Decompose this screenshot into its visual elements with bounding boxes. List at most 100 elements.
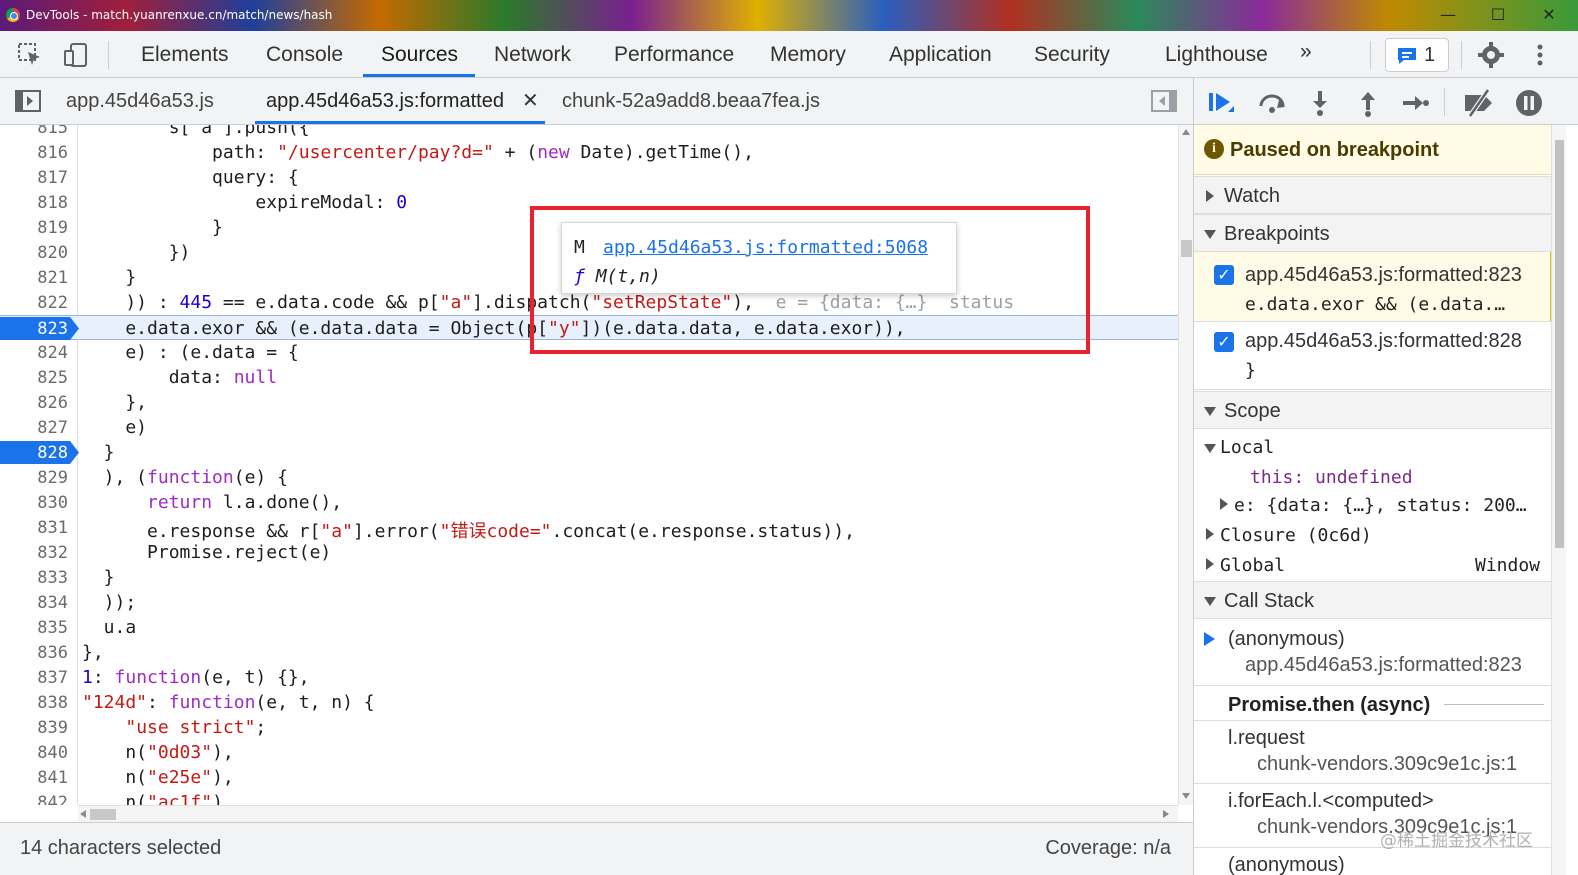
line-number[interactable]: 833 — [0, 568, 68, 588]
code-text[interactable]: u.a — [82, 617, 137, 638]
deactivate-breakpoints-icon[interactable] — [1462, 88, 1492, 118]
code-text[interactable]: e) — [82, 417, 147, 438]
code-text[interactable]: return l.a.done(), — [82, 492, 342, 513]
line-number[interactable]: 831 — [0, 518, 68, 538]
close-window-button[interactable]: ✕ — [1537, 4, 1561, 26]
code-text[interactable]: data: null — [82, 367, 277, 388]
inspect-element-icon[interactable] — [16, 41, 44, 69]
code-text[interactable]: "124d": function(e, t, n) { — [82, 692, 375, 713]
line-number[interactable]: 817 — [0, 168, 68, 188]
scroll-right-arrow-icon[interactable] — [1163, 810, 1169, 818]
code-text[interactable]: n("0d03"), — [82, 742, 233, 763]
tab-application[interactable]: Application — [889, 43, 992, 67]
code-text[interactable]: s["a"].push({ — [82, 125, 310, 138]
line-number[interactable]: 815 — [0, 125, 68, 138]
scroll-thumb[interactable] — [1181, 240, 1192, 257]
line-number[interactable]: 840 — [0, 743, 68, 763]
tab-lighthouse[interactable]: Lighthouse — [1165, 43, 1268, 67]
scope-global[interactable]: Global — [1220, 555, 1285, 576]
line-number[interactable]: 842 — [0, 793, 68, 805]
tab-console[interactable]: Console — [266, 43, 343, 67]
line-number[interactable]: 820 — [0, 243, 68, 263]
line-number[interactable]: 827 — [0, 418, 68, 438]
code-line[interactable]: 829 ), (function(e) { — [0, 465, 1178, 490]
code-line[interactable]: 835 u.a — [0, 615, 1178, 640]
editor-horizontal-scrollbar[interactable] — [78, 805, 1178, 822]
more-options-icon[interactable] — [1526, 41, 1554, 69]
close-tab-icon[interactable]: ✕ — [522, 88, 539, 113]
code-text[interactable]: )); — [82, 592, 137, 613]
line-number[interactable]: 819 — [0, 218, 68, 238]
scope-closure[interactable]: Closure (0c6d) — [1220, 525, 1372, 546]
scroll-up-arrow-icon[interactable] — [1182, 129, 1190, 135]
code-text[interactable]: } — [82, 442, 115, 463]
scope-section-header[interactable]: Scope — [1194, 391, 1554, 429]
breakpoint-item[interactable]: ✓ app.45d46a53.js:formatted:828 } — [1194, 322, 1554, 390]
pause-on-exceptions-icon[interactable] — [1514, 88, 1544, 116]
code-text[interactable]: }, — [82, 642, 104, 663]
code-line[interactable]: 830 return l.a.done(), — [0, 490, 1178, 515]
toggle-debugger-icon[interactable] — [1150, 89, 1178, 118]
breakpoint-item[interactable]: ✓ app.45d46a53.js:formatted:823 e.data.e… — [1194, 252, 1554, 322]
breakpoint-checkbox[interactable]: ✓ — [1214, 332, 1234, 352]
code-line[interactable]: 839 "use strict"; — [0, 715, 1178, 740]
coverage-status[interactable]: Coverage: n/a — [1045, 837, 1171, 860]
line-number[interactable]: 825 — [0, 368, 68, 388]
issues-button[interactable]: 1 — [1385, 38, 1449, 72]
scroll-left-arrow-icon[interactable] — [80, 810, 86, 818]
tab-elements[interactable]: Elements — [141, 43, 229, 67]
call-frame[interactable]: l.request chunk-vendors.309c9e1c.js:1 — [1194, 720, 1554, 784]
line-number[interactable]: 821 — [0, 268, 68, 288]
code-text[interactable]: } — [82, 267, 136, 288]
code-line[interactable]: 838 "124d": function(e, t, n) { — [0, 690, 1178, 715]
toggle-navigator-icon[interactable] — [14, 89, 42, 118]
scroll-thumb[interactable] — [90, 809, 116, 820]
file-tab-app-js[interactable]: app.45d46a53.js — [66, 90, 214, 113]
line-number[interactable]: 836 — [0, 643, 68, 663]
line-number[interactable]: 816 — [0, 143, 68, 163]
code-line[interactable]: 842 n("ac1f"), — [0, 790, 1178, 805]
code-line[interactable]: 828 } — [0, 440, 1178, 465]
scope-local[interactable]: Local — [1220, 437, 1274, 458]
expand-triangle-icon[interactable] — [1220, 498, 1228, 510]
scroll-down-arrow-icon[interactable] — [1182, 793, 1190, 799]
code-line[interactable]: 827 e) — [0, 415, 1178, 440]
line-number[interactable]: 822 — [0, 293, 68, 313]
code-line[interactable]: 840 n("0d03"), — [0, 740, 1178, 765]
collapse-triangle-icon[interactable] — [1204, 444, 1216, 453]
tab-memory[interactable]: Memory — [770, 43, 846, 67]
line-number[interactable]: 830 — [0, 493, 68, 513]
code-line[interactable]: 836}, — [0, 640, 1178, 665]
line-number[interactable]: 826 — [0, 393, 68, 413]
code-line[interactable]: 834 )); — [0, 590, 1178, 615]
scroll-thumb[interactable] — [1555, 140, 1564, 548]
sidebar-scrollbar[interactable] — [1551, 125, 1566, 875]
step-into-icon[interactable] — [1305, 88, 1335, 116]
code-line[interactable]: 841 n("e25e"), — [0, 765, 1178, 790]
code-line[interactable]: 815 s["a"].push({ — [0, 125, 1178, 140]
settings-gear-icon[interactable] — [1477, 41, 1505, 69]
code-line[interactable]: 816 path: "/usercenter/pay?d=" + (new Da… — [0, 140, 1178, 165]
line-number[interactable]: 823 — [0, 319, 68, 339]
code-line[interactable]: 817 query: { — [0, 165, 1178, 190]
call-frame[interactable]: (anonymous) app.45d46a53.js:formatted:82… — [1194, 620, 1554, 686]
step-out-icon[interactable] — [1353, 88, 1383, 117]
tab-sources[interactable]: Sources — [381, 43, 458, 67]
code-text[interactable]: expireModal: 0 — [82, 192, 407, 213]
expand-triangle-icon[interactable] — [1206, 558, 1214, 570]
code-text[interactable]: e) : (e.data = { — [82, 342, 298, 363]
code-text[interactable]: ), (function(e) { — [82, 467, 288, 488]
expand-triangle-icon[interactable] — [1206, 528, 1214, 540]
tab-performance[interactable]: Performance — [614, 43, 734, 67]
line-number[interactable]: 828 — [0, 443, 68, 463]
line-number[interactable]: 818 — [0, 193, 68, 213]
code-line[interactable]: 825 data: null — [0, 365, 1178, 390]
line-number[interactable]: 832 — [0, 543, 68, 563]
line-number[interactable]: 839 — [0, 718, 68, 738]
code-text[interactable]: "use strict"; — [82, 717, 266, 738]
code-text[interactable]: } — [82, 567, 115, 588]
code-line[interactable]: 837 1: function(e, t) {}, — [0, 665, 1178, 690]
editor-vertical-scrollbar[interactable] — [1178, 125, 1193, 805]
file-tab-app-formatted[interactable]: app.45d46a53.js:formatted — [266, 90, 504, 113]
code-text[interactable]: path: "/usercenter/pay?d=" + (new Date).… — [82, 142, 754, 163]
